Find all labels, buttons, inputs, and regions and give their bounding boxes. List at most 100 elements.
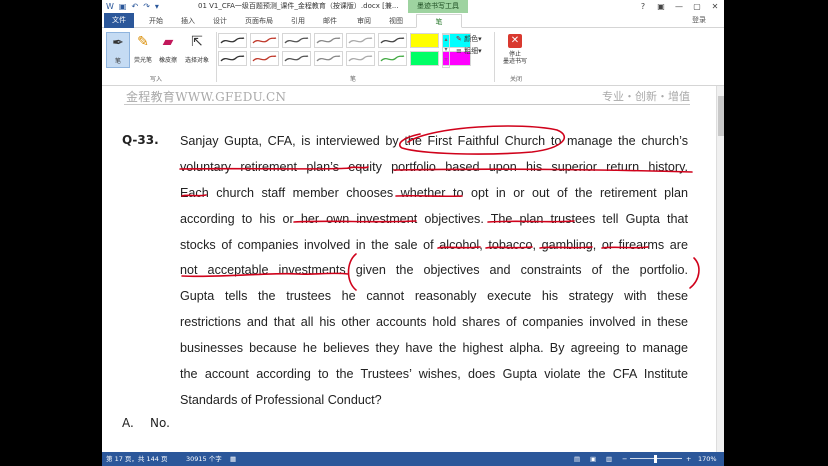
pen-style-swatch[interactable] — [282, 51, 311, 66]
tab-file[interactable]: 文件 — [104, 13, 134, 28]
question-line: Gupta tells the trustees he cannot reaso… — [180, 289, 688, 304]
tab-insert[interactable]: 插入 — [176, 14, 200, 28]
scrollbar-thumb[interactable] — [718, 96, 724, 136]
group-separator — [216, 32, 217, 82]
select-object-button[interactable]: ⇱ 选择对象 — [182, 32, 212, 64]
pen-color-dropdown[interactable]: ✎ 颜色▾ — [456, 34, 482, 44]
tab-design[interactable]: 设计 — [208, 14, 232, 28]
question-line: voluntary retirement plan’s equity portf… — [180, 159, 688, 174]
pen-style-swatch[interactable] — [218, 33, 247, 48]
help-button[interactable]: ? — [634, 0, 652, 13]
question-number: Q-33. — [122, 133, 159, 147]
pen-tool-button[interactable]: ✒ 笔 — [106, 32, 130, 68]
pen-weight-dropdown[interactable]: ≡ 粗细▾ — [456, 46, 482, 56]
question-line: Each church staff member chooses whether… — [180, 185, 688, 200]
stop-inking-label-1: 停止 — [508, 51, 521, 58]
group-label-write: 写入 — [150, 76, 163, 83]
stop-inking-icon: ✕ — [508, 34, 522, 48]
pen-gallery — [218, 33, 471, 69]
question-line: Sanjay Gupta, CFA, is interviewed by the… — [180, 134, 688, 148]
pen-style-swatch[interactable] — [378, 33, 407, 48]
document-title: 01 V1_CFA一级百题预测_课件_金程教育（按课版）.docx [兼... — [198, 2, 399, 10]
ink-bracket-close — [689, 257, 700, 289]
pen-weight-icon: ≡ — [456, 47, 462, 55]
question-line: Standards of Professional Conduct? — [180, 392, 382, 407]
pen-style-swatch[interactable] — [282, 33, 311, 48]
question-line: stocks of companies involved in the sale… — [180, 237, 688, 252]
page-header-left: 金程教育WWW.GFEDU.CN — [126, 90, 287, 104]
word-icon: W — [106, 1, 114, 11]
status-bar: 第 17 页，共 144 页 30915 个字 ▦ ▤ ▣ ▥ − + 170% — [102, 452, 724, 466]
page-header-right: 专业・创新・增值 — [602, 90, 690, 103]
question-text: Sanjay Gupta, CFA, is interviewed by the… — [180, 129, 688, 414]
group-label-pens: 笔 — [350, 76, 357, 83]
proofing-icon[interactable]: ▦ — [230, 452, 236, 466]
zoom-level[interactable]: 170% — [698, 452, 717, 466]
context-tab-label: 墨迹书写工具 — [408, 0, 468, 13]
tab-view[interactable]: 视图 — [384, 14, 408, 28]
vertical-scrollbar[interactable] — [716, 86, 724, 452]
tab-pens[interactable]: 笔 — [416, 14, 462, 28]
select-object-icon: ⇱ — [191, 34, 203, 50]
tab-mailings[interactable]: 邮件 — [318, 14, 342, 28]
print-layout-icon[interactable]: ▣ — [590, 452, 596, 466]
pen-style-swatch[interactable] — [218, 51, 247, 66]
pen-color-label: 颜色 — [464, 35, 479, 43]
zoom-slider-handle[interactable] — [654, 455, 657, 463]
redo-icon[interactable]: ↷ — [143, 1, 150, 13]
pen-style-swatch[interactable] — [346, 33, 375, 48]
tab-review[interactable]: 审阅 — [352, 14, 376, 28]
login-link[interactable]: 登录 — [692, 15, 706, 25]
pen-style-swatch[interactable] — [346, 51, 375, 66]
question-line: restrictions and that all his other acco… — [180, 315, 688, 330]
pen-style-swatch[interactable] — [314, 51, 343, 66]
question-line: not acceptable investments given the obj… — [180, 263, 688, 278]
save-icon[interactable]: ▣ — [119, 1, 127, 13]
pen-icon: ✒ — [112, 35, 124, 51]
undo-icon[interactable]: ↶ — [131, 1, 138, 13]
eraser-tool-button[interactable]: ▰ 橡皮擦 — [156, 32, 180, 64]
stop-inking-label-2: 墨迹书写 — [502, 58, 527, 65]
maximize-button[interactable]: ▢ — [688, 0, 706, 13]
eraser-tool-label: 橡皮擦 — [158, 57, 177, 64]
pen-tool-label: 笔 — [114, 58, 121, 65]
pen-style-swatch[interactable] — [314, 33, 343, 48]
tab-references[interactable]: 引用 — [286, 14, 310, 28]
close-button[interactable]: ✕ — [706, 0, 724, 13]
tab-home[interactable]: 开始 — [142, 14, 170, 28]
stop-inking-button[interactable]: ✕ 停止 墨迹书写 — [498, 32, 532, 65]
read-mode-icon[interactable]: ▤ — [574, 452, 580, 466]
document-area[interactable]: 金程教育WWW.GFEDU.CN 专业・创新・增值 Q-33. Sanjay G… — [102, 86, 724, 452]
group-separator — [494, 32, 495, 82]
title-bar: W ▣ ↶ ↷ ▾ 01 V1_CFA一级百题预测_课件_金程教育（按课版）.d… — [102, 0, 724, 13]
word-window: W ▣ ↶ ↷ ▾ 01 V1_CFA一级百题预测_课件_金程教育（按课版）.d… — [102, 0, 724, 466]
pen-color-icon: ✎ — [456, 35, 462, 43]
highlighter-tool-button[interactable]: ✎ 荧光笔 — [131, 32, 155, 64]
tab-page-layout[interactable]: 页面布局 — [240, 14, 278, 28]
ribbon: ✒ 笔 ✎ 荧光笔 ▰ 橡皮擦 ⇱ 选择对象 写入 ▴ ▾ ▿ 笔 ✎ 颜色▾ ≡ … — [102, 28, 724, 86]
question-line: businesses because he believes they have… — [180, 341, 688, 356]
pen-style-swatch[interactable] — [250, 33, 279, 48]
pen-style-swatch[interactable] — [250, 51, 279, 66]
page-count[interactable]: 第 17 页，共 144 页 — [106, 452, 167, 466]
zoom-out-icon[interactable]: − — [622, 452, 627, 466]
minimize-button[interactable]: — — [670, 0, 688, 13]
select-object-label: 选择对象 — [184, 57, 209, 64]
ribbon-display-button[interactable]: ▣ — [652, 0, 670, 13]
header-divider — [124, 104, 690, 105]
zoom-in-icon[interactable]: + — [686, 452, 691, 466]
word-count[interactable]: 30915 个字 — [186, 452, 222, 466]
highlighter-swatch[interactable] — [410, 51, 439, 66]
pen-style-swatch[interactable] — [378, 51, 407, 66]
window-controls: ? ▣ — ▢ ✕ — [634, 0, 724, 13]
group-label-close: 关闭 — [510, 76, 523, 83]
ribbon-tabs: 文件 开始 插入 设计 页面布局 引用 邮件 审阅 视图 笔 登录 — [102, 13, 724, 28]
answer-letter: A. — [122, 416, 134, 430]
web-layout-icon[interactable]: ▥ — [606, 452, 612, 466]
answer-text: No. — [150, 416, 170, 430]
customize-icon[interactable]: ▾ — [155, 1, 159, 13]
highlighter-swatch[interactable] — [410, 33, 439, 48]
highlighter-tool-label: 荧光笔 — [133, 57, 152, 64]
pen-gallery-more-button[interactable]: ▴ ▾ ▿ — [442, 34, 450, 68]
question-line: the account according to the Trustees’ w… — [180, 367, 688, 382]
